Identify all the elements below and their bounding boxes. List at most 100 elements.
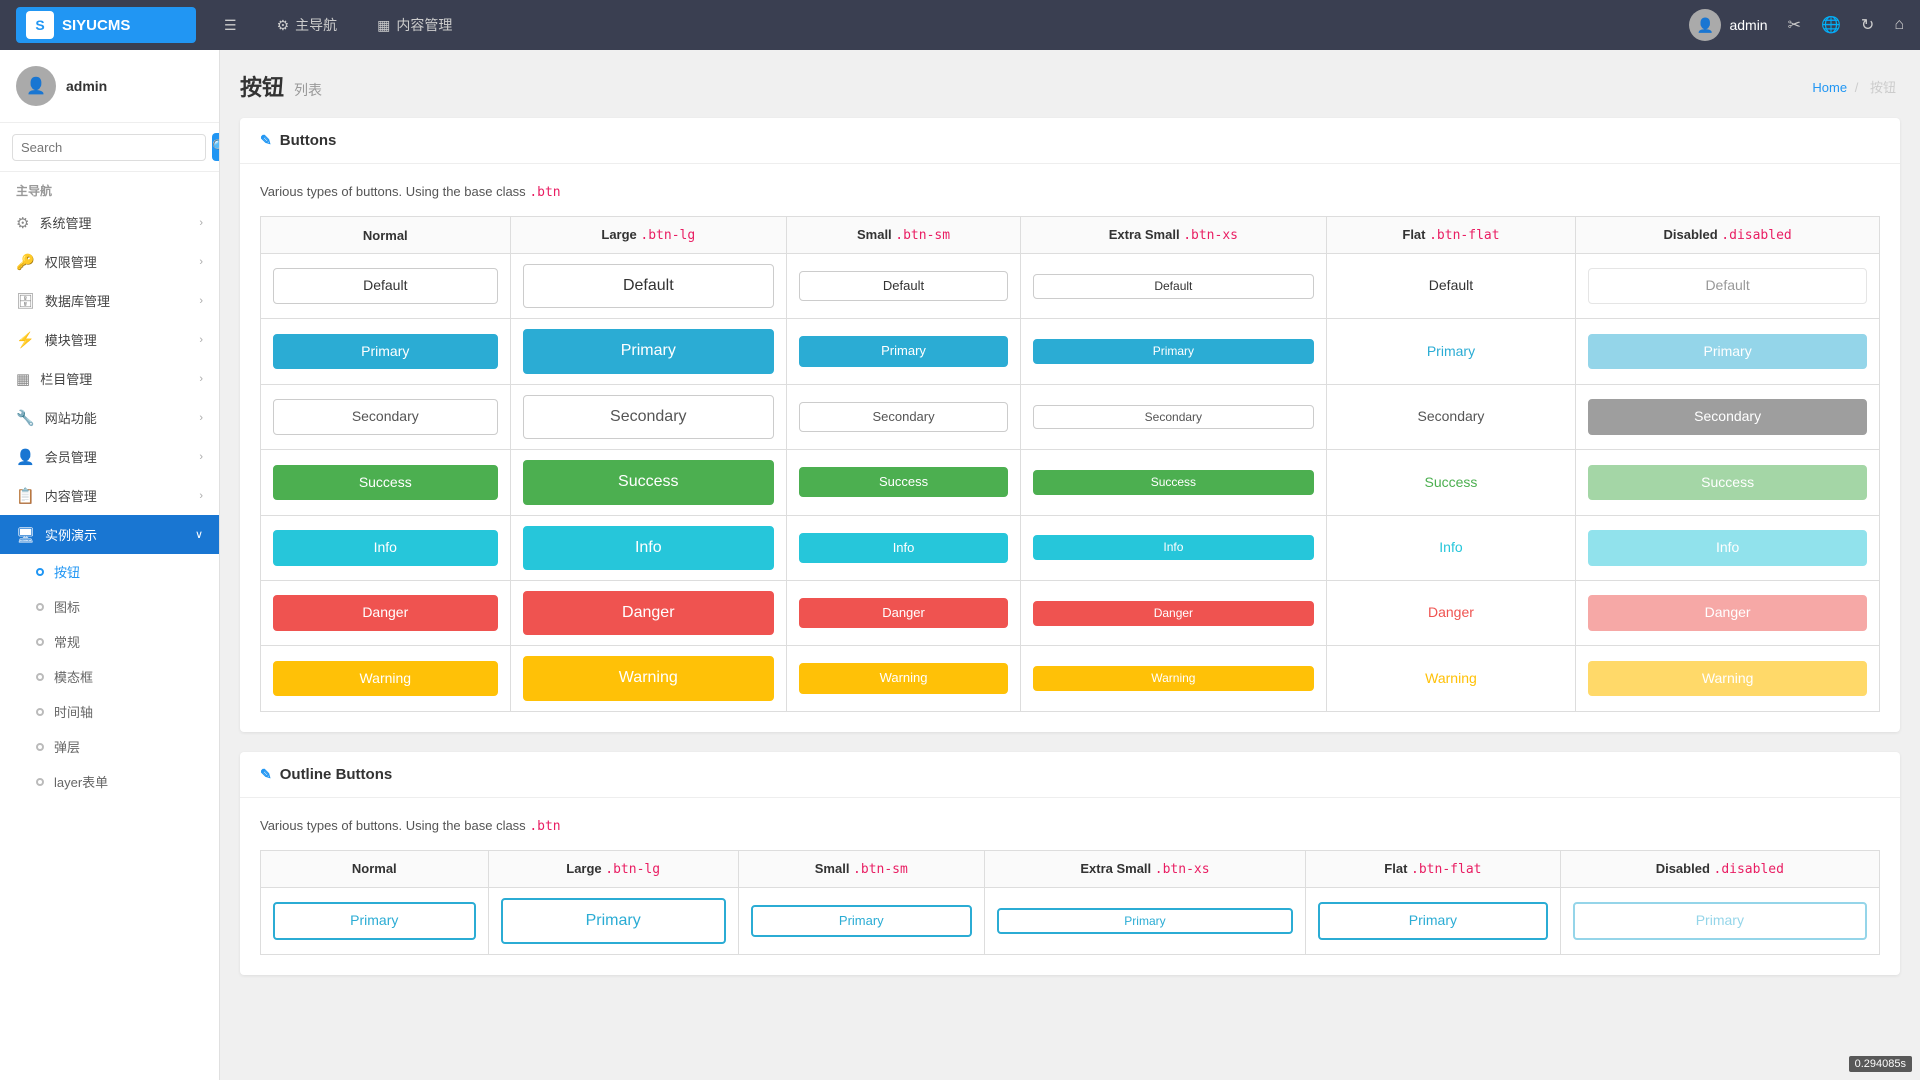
btn-info-xs[interactable]: Info xyxy=(1033,535,1314,560)
btn-outline-primary-normal[interactable]: Primary xyxy=(273,902,476,940)
home-icon[interactable]: ⌂ xyxy=(1894,16,1904,34)
btn-warning-xs[interactable]: Warning xyxy=(1033,666,1314,691)
sidebar-sub-item-timeline[interactable]: 时间轴 xyxy=(0,694,219,729)
breadcrumb-home[interactable]: Home xyxy=(1812,80,1847,95)
col-small: Small .btn-sm xyxy=(787,217,1021,254)
page-title: 按钮 xyxy=(240,70,284,102)
table-row: Secondary Secondary Secondary Secondary … xyxy=(261,384,1880,449)
btn-outline-primary-large[interactable]: Primary xyxy=(501,898,726,944)
topnav-user[interactable]: 👤 admin xyxy=(1689,9,1767,41)
table-cell: Primary xyxy=(261,887,489,954)
table-cell: Danger xyxy=(1326,580,1576,645)
sidebar-sub-item-common[interactable]: 常规 xyxy=(0,624,219,659)
table-cell: Success xyxy=(510,450,786,515)
sidebar-sub-item-modal[interactable]: 模态框 xyxy=(0,659,219,694)
btn-info-small[interactable]: Info xyxy=(799,533,1008,563)
btn-primary-flat[interactable]: Primary xyxy=(1339,334,1564,370)
sidebar: 👤 admin 🔍 主导航 ⚙ 系统管理 › 🔑 权限管理 › xyxy=(0,50,220,1080)
btn-secondary-small[interactable]: Secondary xyxy=(799,402,1008,432)
sidebar-item-website[interactable]: 🔧 网站功能 › xyxy=(0,398,219,437)
table-cell: Success xyxy=(1021,450,1327,515)
sidebar-item-database[interactable]: 🗄 数据库管理 › xyxy=(0,281,219,320)
btn-outline-primary-xs[interactable]: Primary xyxy=(997,908,1293,935)
btn-primary-small[interactable]: Primary xyxy=(799,336,1008,366)
table-cell: Info xyxy=(1576,515,1880,580)
btn-secondary-xs[interactable]: Secondary xyxy=(1033,405,1314,430)
version-badge: 0.294085s xyxy=(1849,1056,1912,1072)
table-cell: Primary xyxy=(488,887,738,954)
btn-primary-large[interactable]: Primary xyxy=(523,329,774,373)
table-cell: Primary xyxy=(1306,887,1561,954)
btn-success-normal[interactable]: Success xyxy=(273,465,498,501)
btn-danger-xs[interactable]: Danger xyxy=(1033,601,1314,626)
btn-secondary-flat[interactable]: Secondary xyxy=(1339,399,1564,435)
btn-success-xs[interactable]: Success xyxy=(1033,470,1314,495)
btn-default-flat[interactable]: Default xyxy=(1339,268,1564,304)
btn-success-large[interactable]: Success xyxy=(523,460,774,504)
dot-icon xyxy=(36,673,44,681)
buttons-card: ✎ Buttons Various types of buttons. Usin… xyxy=(240,118,1900,732)
topnav-toggle[interactable]: ☰ xyxy=(216,13,245,38)
sidebar-sub-item-buttons[interactable]: 按钮 xyxy=(0,554,219,589)
btn-table: Normal Large .btn-lg Small .btn-sm Extra… xyxy=(260,216,1880,712)
sidebar-item-columns[interactable]: ▦ 栏目管理 › xyxy=(0,359,219,398)
table-cell: Default xyxy=(261,254,511,319)
sidebar-item-demo[interactable]: 🖥 实例演示 ∨ xyxy=(0,515,219,554)
dot-icon xyxy=(36,568,44,576)
grid-icon: ▦ xyxy=(377,17,390,34)
table-cell: Warning xyxy=(1576,646,1880,711)
btn-warning-disabled: Warning xyxy=(1588,661,1867,697)
sidebar-item-content[interactable]: 📋 内容管理 › xyxy=(0,476,219,515)
btn-default-large[interactable]: Default xyxy=(523,264,774,308)
edit-icon: ✎ xyxy=(260,766,272,783)
btn-danger-normal[interactable]: Danger xyxy=(273,595,498,631)
table-cell: Success xyxy=(1576,450,1880,515)
topnav-main-nav[interactable]: ⚙ 主导航 xyxy=(269,11,346,39)
col-small: Small .btn-sm xyxy=(738,850,984,887)
btn-primary-xs[interactable]: Primary xyxy=(1033,339,1314,364)
btn-outline-primary-small[interactable]: Primary xyxy=(751,905,972,937)
table-cell: Warning xyxy=(1326,646,1576,711)
search-button[interactable]: 🔍 xyxy=(212,133,220,161)
sidebar-sub-item-icons[interactable]: 图标 xyxy=(0,589,219,624)
globe-icon[interactable]: 🌐 xyxy=(1821,15,1841,35)
table-cell: Primary xyxy=(510,319,786,384)
btn-warning-flat[interactable]: Warning xyxy=(1339,661,1564,697)
btn-info-large[interactable]: Info xyxy=(523,526,774,570)
btn-outline-primary-flat[interactable]: Primary xyxy=(1318,902,1548,940)
search-input[interactable] xyxy=(12,134,206,161)
col-normal: Normal xyxy=(261,217,511,254)
btn-secondary-large[interactable]: Secondary xyxy=(523,395,774,439)
sidebar-sub-item-layer[interactable]: 弹层 xyxy=(0,729,219,764)
btn-info-flat[interactable]: Info xyxy=(1339,530,1564,566)
scissors-icon[interactable]: ✂ xyxy=(1788,15,1801,35)
logo-icon: S xyxy=(26,11,54,39)
btn-danger-small[interactable]: Danger xyxy=(799,598,1008,628)
sidebar-item-modules[interactable]: ⚡ 模块管理 › xyxy=(0,320,219,359)
btn-default-xs[interactable]: Default xyxy=(1033,274,1314,299)
btn-primary-disabled: Primary xyxy=(1588,334,1867,370)
btn-info-normal[interactable]: Info xyxy=(273,530,498,566)
refresh-icon[interactable]: ↻ xyxy=(1861,15,1874,35)
btn-success-small[interactable]: Success xyxy=(799,467,1008,497)
btn-success-flat[interactable]: Success xyxy=(1339,465,1564,501)
sidebar-item-members[interactable]: 👤 会员管理 › xyxy=(0,437,219,476)
btn-secondary-normal[interactable]: Secondary xyxy=(273,399,498,435)
sidebar-item-system[interactable]: ⚙ 系统管理 › xyxy=(0,203,219,242)
chevron-right-icon: › xyxy=(199,295,203,307)
btn-danger-flat[interactable]: Danger xyxy=(1339,595,1564,631)
col-disabled: Disabled .disabled xyxy=(1560,850,1879,887)
card2-description: Various types of buttons. Using the base… xyxy=(260,818,1880,834)
sidebar-item-permissions[interactable]: 🔑 权限管理 › xyxy=(0,242,219,281)
sidebar-item-label: 会员管理 xyxy=(45,447,97,466)
topnav-content-mgmt[interactable]: ▦ 内容管理 xyxy=(369,11,460,39)
btn-primary-normal[interactable]: Primary xyxy=(273,334,498,370)
btn-default-normal[interactable]: Default xyxy=(273,268,498,304)
btn-danger-large[interactable]: Danger xyxy=(523,591,774,635)
btn-warning-small[interactable]: Warning xyxy=(799,663,1008,693)
sidebar-sub-item-layer-form[interactable]: layer表单 xyxy=(0,764,219,799)
btn-default-small[interactable]: Default xyxy=(799,271,1008,301)
logo[interactable]: S SIYUCMS xyxy=(16,7,196,43)
btn-warning-large[interactable]: Warning xyxy=(523,656,774,700)
btn-warning-normal[interactable]: Warning xyxy=(273,661,498,697)
